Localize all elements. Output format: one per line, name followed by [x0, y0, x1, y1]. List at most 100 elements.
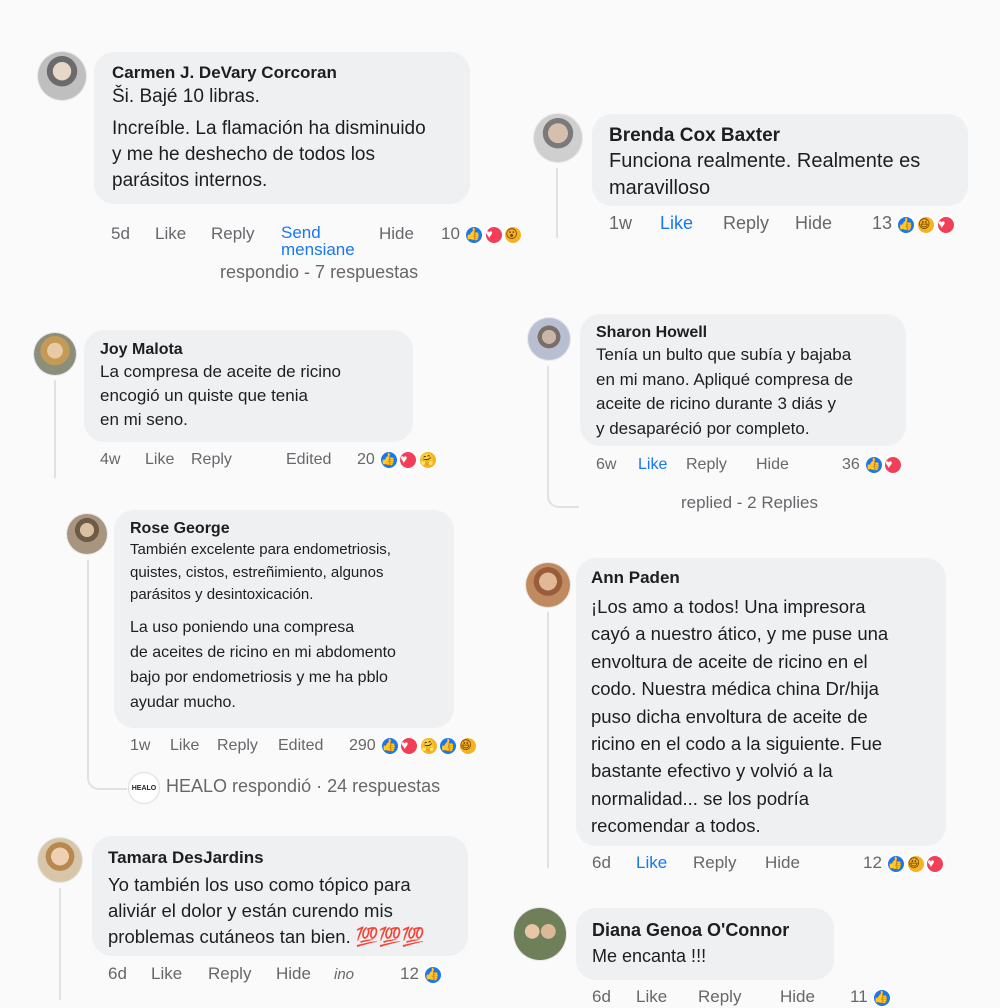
- comment-bubble: Sharon Howell Tenía un bulto que subía y…: [580, 314, 906, 446]
- comment-bubble: Tamara DesJardins Yo también los uso com…: [92, 836, 468, 956]
- edited-label: Edited: [278, 737, 324, 754]
- reply-button[interactable]: Reply: [686, 456, 756, 474]
- comment-author[interactable]: Carmen J. DeVary Corcoran: [112, 62, 470, 84]
- send-message-button[interactable]: Send mensiane: [281, 224, 379, 258]
- like-icon: 👍: [422, 965, 443, 985]
- comment-time[interactable]: 6d: [108, 964, 151, 984]
- haha-icon: 😆: [457, 736, 478, 756]
- avatar[interactable]: [526, 563, 570, 607]
- comment-author[interactable]: Brenda Cox Baxter: [609, 124, 968, 148]
- reactions[interactable]: 👍 ♥ 😮: [460, 223, 524, 245]
- haha-icon: 😆: [905, 854, 926, 874]
- hide-button[interactable]: Hide: [379, 224, 441, 244]
- hide-button[interactable]: Hide: [795, 213, 872, 234]
- comment-time[interactable]: 4w: [100, 451, 145, 469]
- comment-author[interactable]: Joy Malota: [100, 340, 413, 360]
- like-button[interactable]: Like: [170, 737, 217, 755]
- love-icon: ♥: [936, 215, 957, 235]
- avatar[interactable]: [34, 333, 76, 375]
- like-icon: 👍: [871, 988, 892, 1008]
- avatar[interactable]: [528, 318, 570, 360]
- reaction-count[interactable]: 11: [850, 987, 868, 1007]
- avatar[interactable]: [534, 114, 582, 162]
- thread-line: [556, 168, 558, 238]
- like-button[interactable]: Like: [145, 451, 191, 469]
- like-icon: 👍: [438, 736, 459, 756]
- replies-link[interactable]: respondio - 7 respuestas: [220, 262, 418, 283]
- reactions[interactable]: 👍 😆 ♥: [882, 852, 946, 874]
- reactions[interactable]: 👍 😆 ♥: [892, 212, 957, 235]
- comment-actions: 6d Like Reply Hide 11 👍: [592, 986, 892, 1008]
- comment-time[interactable]: 1w: [609, 213, 660, 234]
- like-icon: 👍: [896, 215, 917, 235]
- comment-text: Yo también los uso como tópico para aliv…: [108, 874, 425, 947]
- reply-button[interactable]: Reply: [208, 964, 276, 984]
- comment-bubble: Rose George También excelente para endom…: [114, 510, 454, 728]
- avatar[interactable]: [38, 838, 82, 882]
- reactions[interactable]: 👍 ♥: [860, 455, 904, 475]
- avatar[interactable]: [38, 52, 86, 100]
- replies-link[interactable]: HEALO respondió · 24 respuestas: [166, 776, 440, 797]
- comment-bubble: Joy Malota La compresa de aceite de rici…: [84, 330, 413, 442]
- avatar[interactable]: [514, 908, 566, 960]
- like-icon: 👍: [379, 736, 400, 756]
- comment-time[interactable]: 6d: [592, 853, 636, 873]
- replies-link[interactable]: replied - 2 Replies: [681, 493, 818, 513]
- thread-line: [54, 380, 56, 478]
- reactions[interactable]: 👍 ♥ 🤗: [375, 450, 438, 470]
- comment-text: Ši. Bajé 10 libras.: [112, 86, 260, 107]
- hide-button[interactable]: Hide: [780, 987, 850, 1007]
- like-icon: 👍: [885, 854, 906, 874]
- like-button[interactable]: Like: [638, 456, 686, 474]
- wow-icon: 😮: [503, 225, 524, 245]
- avatar[interactable]: [67, 514, 107, 554]
- reaction-count[interactable]: 12: [400, 964, 419, 984]
- comment-author[interactable]: Tamara DesJardins: [108, 847, 468, 869]
- comment-bubble: Ann Paden ¡Los amo a todos! Una impresor…: [576, 558, 946, 846]
- send-label-2: mensiane: [281, 240, 355, 259]
- reaction-count[interactable]: 10: [441, 224, 460, 244]
- comment-author[interactable]: Ann Paden: [591, 567, 946, 589]
- comment-text: La compresa de aceite de ricino encogió …: [100, 362, 341, 429]
- thread-line: [547, 612, 549, 868]
- reactions[interactable]: 👍 ♥ 🤗 👍 😆: [376, 736, 478, 756]
- comment-time[interactable]: 6d: [592, 987, 636, 1007]
- like-button[interactable]: Like: [636, 987, 698, 1007]
- healo-logo[interactable]: HEALO: [128, 772, 160, 804]
- reply-button[interactable]: Reply: [211, 224, 281, 244]
- comment-author[interactable]: Sharon Howell: [596, 323, 906, 343]
- like-button[interactable]: Like: [636, 853, 693, 873]
- comment-text: La uso poniendo una compresa de aceites …: [130, 618, 396, 711]
- like-button[interactable]: Like: [155, 224, 211, 244]
- comment-actions: 1w Like Reply Hide 13 👍 😆 ♥: [609, 212, 957, 235]
- reply-button[interactable]: Reply: [693, 853, 765, 873]
- edited-label: Edited: [286, 451, 332, 468]
- hide-button[interactable]: Hide: [276, 964, 334, 984]
- reactions[interactable]: 👍: [419, 963, 443, 985]
- reactions[interactable]: 👍: [868, 986, 892, 1008]
- comment-time[interactable]: 1w: [130, 737, 170, 755]
- care-icon: 🤗: [417, 450, 438, 470]
- comment-time[interactable]: 5d: [111, 224, 155, 244]
- reaction-count[interactable]: 12: [863, 853, 882, 873]
- comment-author[interactable]: Diana Genoa O'Connor: [592, 918, 834, 942]
- comment-author[interactable]: Rose George: [130, 519, 454, 539]
- reply-button[interactable]: Reply: [217, 737, 278, 755]
- reaction-count[interactable]: 20: [357, 451, 375, 469]
- love-icon: ♥: [483, 225, 504, 245]
- hide-button[interactable]: Hide: [756, 456, 842, 474]
- hide-button[interactable]: Hide: [765, 853, 863, 873]
- comment-bubble: Carmen J. DeVary Corcoran Ši. Bajé 10 li…: [94, 52, 470, 204]
- thread-line: [547, 366, 579, 508]
- reply-button[interactable]: Reply: [698, 987, 780, 1007]
- reply-button[interactable]: Reply: [723, 213, 795, 234]
- comment-text: Me encanta !!!: [592, 946, 707, 966]
- like-button[interactable]: Like: [151, 964, 208, 984]
- reaction-count[interactable]: 13: [872, 213, 892, 234]
- reply-button[interactable]: Reply: [191, 451, 286, 469]
- love-icon: ♥: [883, 455, 904, 475]
- reaction-count[interactable]: 36: [842, 456, 860, 474]
- like-button[interactable]: Like: [660, 213, 723, 234]
- comment-time[interactable]: 6w: [596, 456, 638, 474]
- reaction-count[interactable]: 290: [349, 737, 376, 755]
